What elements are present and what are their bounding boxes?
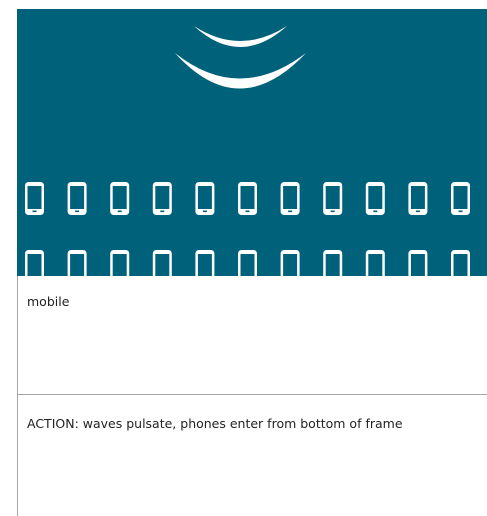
smartphone-screen (410, 186, 425, 209)
panel-left-rule (17, 276, 18, 516)
frame-illustration (17, 9, 487, 276)
frame-label: mobile (27, 294, 70, 309)
smartphone-screen (27, 254, 42, 276)
smartphone-home-button (245, 210, 250, 213)
smartphone-screen (70, 186, 85, 209)
smartphone-home-button (202, 210, 207, 213)
smartphone-screen (368, 186, 383, 209)
smartphone-home-button (117, 210, 122, 213)
frame-background (17, 9, 487, 276)
smartphone-screen (27, 186, 42, 209)
smartphone-screen (112, 186, 127, 209)
smartphone-screen (240, 186, 255, 209)
smartphone-screen (197, 186, 212, 209)
smartphone-screen (325, 254, 340, 276)
storyboard-panel: mobile ACTION: waves pulsate, phones ent… (0, 0, 487, 516)
smartphone-screen (453, 254, 468, 276)
panel-divider (17, 394, 487, 395)
smartphone-home-button (160, 210, 165, 213)
smartphone-screen (112, 254, 127, 276)
smartphone-home-button (288, 210, 293, 213)
smartphone-screen (240, 254, 255, 276)
smartphone-home-button (330, 210, 335, 213)
smartphone-screen (368, 254, 383, 276)
smartphone-screen (283, 186, 298, 209)
smartphone-home-button (75, 210, 80, 213)
smartphone-screen (155, 254, 170, 276)
smartphone-screen (197, 254, 212, 276)
action-description: ACTION: waves pulsate, phones enter from… (27, 416, 403, 431)
smartphone-home-button (458, 210, 463, 213)
smartphone-home-button (373, 210, 378, 213)
smartphone-screen (155, 186, 170, 209)
smartphone-screen (283, 254, 298, 276)
smartphone-home-button (415, 210, 420, 213)
smartphone-home-button (32, 210, 37, 213)
smartphone-screen (70, 254, 85, 276)
smartphone-screen (325, 186, 340, 209)
smartphone-screen (410, 254, 425, 276)
storyboard-frame (17, 9, 487, 276)
smartphone-screen (453, 186, 468, 209)
